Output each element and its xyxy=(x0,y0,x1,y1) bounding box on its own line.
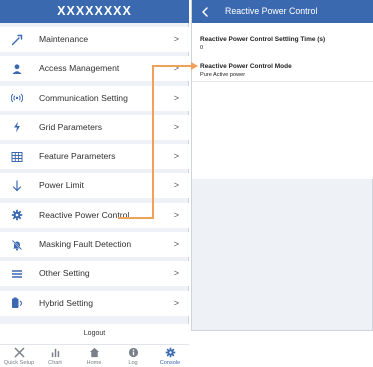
info-icon xyxy=(116,347,150,359)
chevron-right-icon: > xyxy=(173,268,179,279)
menu-item-grid-parameters[interactable]: Grid Parameters > xyxy=(0,114,189,140)
menu-item-label: Power Limit xyxy=(39,180,84,191)
menu-item-label: Communication Setting xyxy=(39,92,128,103)
menu-item-reactive-power-control[interactable]: Reactive Power Control > xyxy=(0,202,189,228)
menu-item-label: Feature Parameters xyxy=(39,151,116,162)
tab-log[interactable]: Log xyxy=(116,346,150,367)
menu-item-other-setting[interactable]: Other Setting > xyxy=(0,261,189,287)
menu-item-label: Masking Fault Detection xyxy=(39,239,132,250)
chevron-right-icon: > xyxy=(173,63,179,74)
menu-item-communication-setting[interactable]: Communication Setting > xyxy=(0,85,189,111)
chevron-right-icon: > xyxy=(173,92,179,103)
page-title: Reactive Power Control xyxy=(225,6,318,16)
gear-icon xyxy=(153,347,187,359)
gear-icon xyxy=(10,209,23,222)
user-icon xyxy=(10,62,23,75)
chevron-right-icon: > xyxy=(173,209,179,220)
menu-item-label: Hybrid Setting xyxy=(39,297,93,308)
tab-label: Chart xyxy=(48,360,62,366)
chevron-right-icon: > xyxy=(173,297,179,308)
chevron-right-icon: > xyxy=(173,34,179,44)
console-screen: XXXXXXXX Maintenance > Access Management… xyxy=(0,0,189,367)
lightning-icon xyxy=(10,121,23,134)
chevron-right-icon: > xyxy=(173,239,179,250)
field-value: 0 xyxy=(200,45,204,51)
chevron-left-icon[interactable] xyxy=(198,0,212,23)
home-icon xyxy=(77,347,111,359)
grid-icon xyxy=(10,150,23,163)
reactive-power-control-screen: Reactive Power Control Reactive Power Co… xyxy=(191,0,373,331)
menu-item-label: Maintenance xyxy=(39,34,89,44)
tab-label: Log xyxy=(128,360,138,366)
wifi-signal-icon xyxy=(10,92,23,105)
menu-item-masking-fault-detection[interactable]: Masking Fault Detection > xyxy=(0,232,189,258)
tab-label: Home xyxy=(86,360,102,366)
logout-button[interactable]: Logout xyxy=(0,324,189,344)
tab-label: Console xyxy=(159,360,181,366)
settings-card: Reactive Power Control Settling Time (s)… xyxy=(192,23,373,179)
tab-quick-setup[interactable]: Quick Setup xyxy=(2,346,36,367)
control-mode-field[interactable]: Reactive Power Control Mode Pure Active … xyxy=(200,62,292,79)
field-label: Reactive Power Control Mode xyxy=(200,63,292,70)
menu-item-label: Other Setting xyxy=(39,268,90,279)
menu-item-label: Access Management xyxy=(39,63,120,74)
bar-chart-icon xyxy=(38,347,72,359)
screen-header: Reactive Power Control xyxy=(192,0,373,23)
field-label: Reactive Power Control Settling Time (s) xyxy=(200,36,326,43)
bell-off-icon xyxy=(10,238,23,251)
menu-item-label: Grid Parameters xyxy=(39,121,103,132)
chevron-right-icon: > xyxy=(173,180,179,191)
tab-home[interactable]: Home xyxy=(77,346,111,367)
wrench-icon xyxy=(10,33,23,46)
down-arrow-icon xyxy=(10,179,23,192)
bottom-tab-bar: Quick Setup Chart Home Log Console xyxy=(0,344,189,367)
settings-menu: Maintenance > Access Management > Commun… xyxy=(0,27,189,320)
settling-time-field[interactable]: Reactive Power Control Settling Time (s)… xyxy=(200,35,325,52)
field-value: Pure Active power xyxy=(200,72,246,78)
menu-item-maintenance[interactable]: Maintenance > xyxy=(0,27,189,52)
tab-label: Quick Setup xyxy=(3,360,35,366)
battery-icon xyxy=(10,297,23,310)
menu-item-access-management[interactable]: Access Management > xyxy=(0,56,189,82)
menu-item-feature-parameters[interactable]: Feature Parameters > xyxy=(0,144,189,170)
chevron-right-icon: > xyxy=(173,121,179,132)
menu-item-label: Reactive Power Control xyxy=(39,209,130,220)
tab-console[interactable]: Console xyxy=(153,346,187,367)
tools-icon xyxy=(2,347,36,359)
menu-item-power-limit[interactable]: Power Limit > xyxy=(0,173,189,199)
menu-item-hybrid-setting[interactable]: Hybrid Setting > xyxy=(0,290,189,316)
divider xyxy=(192,81,373,82)
menu-icon xyxy=(10,267,23,280)
chevron-right-icon: > xyxy=(173,151,179,162)
device-title: XXXXXXXX xyxy=(0,0,189,23)
tab-chart[interactable]: Chart xyxy=(38,346,72,367)
